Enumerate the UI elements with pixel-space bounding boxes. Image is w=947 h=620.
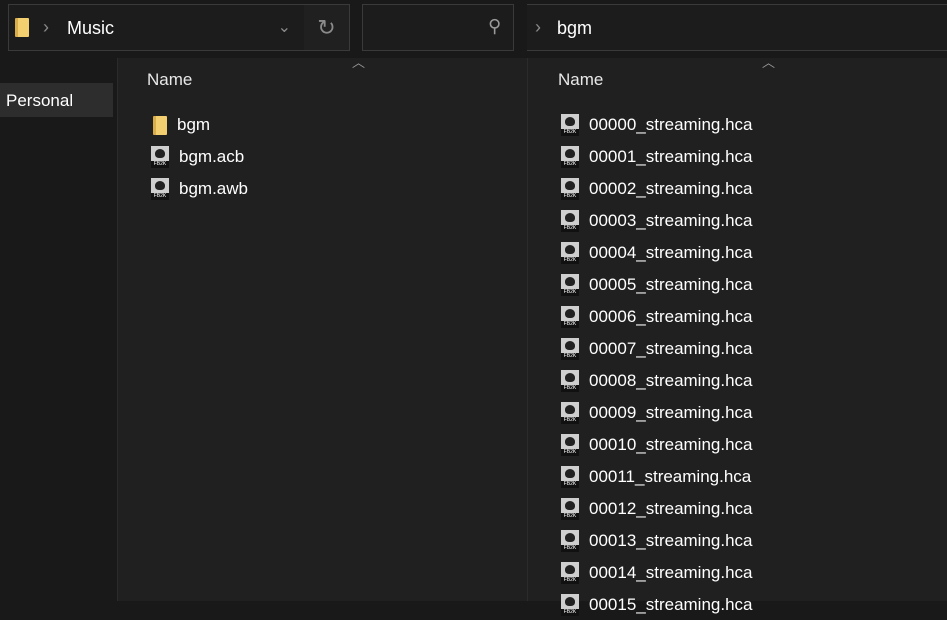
chevron-right-icon: › <box>535 17 541 37</box>
file-item[interactable]: bgm.acb <box>151 142 244 172</box>
file-item[interactable]: 00001_streaming.hca <box>561 142 753 172</box>
fb2k-file-icon <box>561 498 579 520</box>
file-item[interactable]: 00015_streaming.hca <box>561 590 753 620</box>
column-header-name[interactable]: Name <box>147 70 192 90</box>
fb2k-file-icon <box>561 466 579 488</box>
address-bar[interactable]: › Music ⌄ ↻ <box>8 4 350 51</box>
breadcrumb-music[interactable]: Music <box>67 18 114 39</box>
file-name: 00010_streaming.hca <box>589 435 753 454</box>
file-name: 00008_streaming.hca <box>589 371 753 390</box>
file-name: 00004_streaming.hca <box>589 243 753 262</box>
chevron-right-icon: › <box>43 17 49 37</box>
folder-icon <box>15 18 29 37</box>
breadcrumb-bgm[interactable]: bgm <box>557 18 592 39</box>
file-item[interactable]: 00000_streaming.hca <box>561 110 753 140</box>
file-item[interactable]: 00012_streaming.hca <box>561 494 753 524</box>
fb2k-file-icon <box>561 114 579 136</box>
file-name: 00003_streaming.hca <box>589 211 753 230</box>
file-item[interactable]: 00003_streaming.hca <box>561 206 753 236</box>
file-name: 00014_streaming.hca <box>589 563 753 582</box>
right-file-list: ︿ Name 00000_streaming.hca 00001_streamin… <box>527 55 947 616</box>
file-name: 00015_streaming.hca <box>589 595 753 614</box>
file-item[interactable]: 00014_streaming.hca <box>561 558 753 588</box>
fb2k-file-icon <box>151 178 169 200</box>
file-item[interactable]: 00013_streaming.hca <box>561 526 753 556</box>
left-file-list: ︿ Name bgm bgm.acb bgm.awb <box>117 55 527 601</box>
file-name: 00009_streaming.hca <box>589 403 753 422</box>
fb2k-file-icon <box>561 338 579 360</box>
folder-icon <box>153 115 167 135</box>
fb2k-file-icon <box>561 210 579 232</box>
file-name: 00011_streaming.hca <box>589 467 752 486</box>
fb2k-file-icon <box>561 242 579 264</box>
file-item[interactable]: 00005_streaming.hca <box>561 270 753 300</box>
search-input[interactable]: ⚲ <box>362 4 514 51</box>
fb2k-file-icon <box>561 274 579 296</box>
fb2k-file-icon <box>561 306 579 328</box>
file-item[interactable]: 00006_streaming.hca <box>561 302 753 332</box>
file-name: 00007_streaming.hca <box>589 339 753 358</box>
fb2k-file-icon <box>561 178 579 200</box>
fb2k-file-icon <box>151 146 169 168</box>
file-name: 00012_streaming.hca <box>589 499 753 518</box>
file-item[interactable]: 00002_streaming.hca <box>561 174 753 204</box>
file-name: 00000_streaming.hca <box>589 115 753 134</box>
file-item[interactable]: bgm.awb <box>151 174 248 204</box>
file-name: bgm <box>177 115 211 134</box>
file-item[interactable]: 00008_streaming.hca <box>561 366 753 396</box>
file-item[interactable]: bgm <box>151 110 210 140</box>
file-name: bgm.awb <box>179 179 248 198</box>
file-item[interactable]: 00009_streaming.hca <box>561 398 753 428</box>
search-icon: ⚲ <box>487 16 501 36</box>
file-item[interactable]: 00004_streaming.hca <box>561 238 753 268</box>
sort-ascending-icon[interactable]: ︿ <box>762 52 775 71</box>
fb2k-file-icon <box>561 530 579 552</box>
file-name: 00006_streaming.hca <box>589 307 753 326</box>
refresh-icon: ↻ <box>317 14 336 40</box>
file-name: 00002_streaming.hca <box>589 179 753 198</box>
fb2k-file-icon <box>561 402 579 424</box>
chevron-down-icon[interactable]: ⌄ <box>278 17 291 37</box>
fb2k-file-icon <box>561 146 579 168</box>
file-name: 00013_streaming.hca <box>589 531 753 550</box>
sidebar: Personal <box>0 58 117 601</box>
file-item[interactable]: 00011_streaming.hca <box>561 462 751 492</box>
fb2k-file-icon <box>561 370 579 392</box>
sort-ascending-icon[interactable]: ︿ <box>352 52 365 71</box>
sidebar-item-personal[interactable]: Personal <box>0 83 113 117</box>
file-name: 00001_streaming.hca <box>589 147 753 166</box>
file-name: bgm.acb <box>179 147 245 166</box>
fb2k-file-icon <box>561 594 579 616</box>
fb2k-file-icon <box>561 434 579 456</box>
file-name: 00005_streaming.hca <box>589 275 753 294</box>
column-header-name[interactable]: Name <box>558 70 603 90</box>
file-item[interactable]: 00010_streaming.hca <box>561 430 753 460</box>
file-item[interactable]: 00007_streaming.hca <box>561 334 753 364</box>
right-address-bar[interactable]: › bgm <box>527 4 947 51</box>
fb2k-file-icon <box>561 562 579 584</box>
refresh-button[interactable]: ↻ <box>304 5 349 50</box>
